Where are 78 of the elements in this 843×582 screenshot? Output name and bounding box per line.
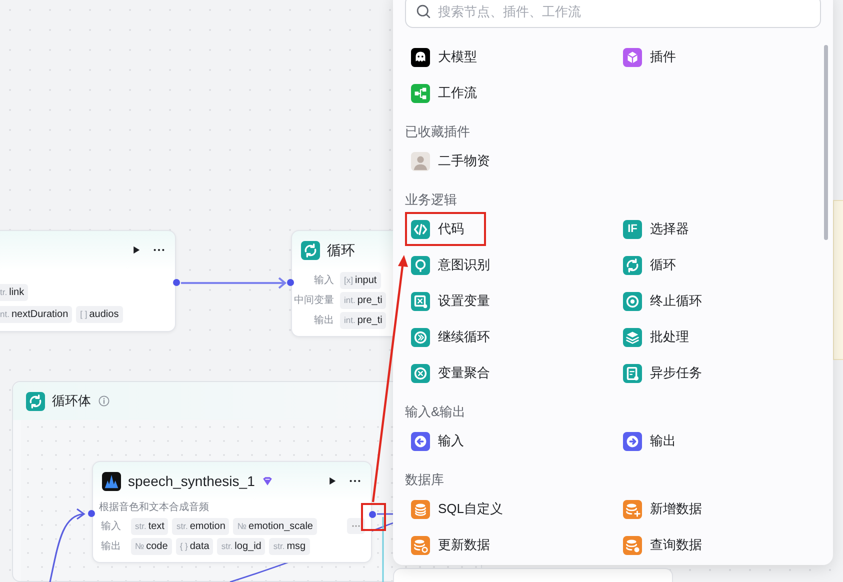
menu-item[interactable]: 查询数据 — [617, 528, 724, 562]
lightbulb-icon — [411, 256, 430, 274]
loop-icon — [301, 241, 320, 260]
layers-icon — [623, 328, 642, 346]
variable-tag: str. msg — [269, 538, 310, 554]
row-label: 输入 — [101, 520, 121, 534]
node-card[interactable]: speech_synthesis_1 根据音色和文本合成音频 输入 str. text str. emotion № emotion_scale 输出 № code { } data str. log_id str. msg — [92, 461, 372, 563]
node-title: 循环 — [327, 241, 355, 260]
node-card[interactable] — [393, 568, 673, 582]
menu-item[interactable]: 输入 — [405, 424, 486, 458]
variable-tag: str. text — [131, 518, 168, 534]
variable-tag: str. emotion — [172, 518, 230, 534]
menu-item[interactable]: 输出 — [617, 424, 698, 458]
menu-item[interactable]: 终止循环 — [617, 284, 724, 318]
row-label: 输入 — [313, 274, 334, 288]
document-icon — [623, 364, 642, 382]
scrollbar-thumb[interactable] — [824, 45, 828, 240]
menu-item[interactable]: 新增数据 — [617, 492, 724, 526]
database-search-icon — [623, 536, 642, 554]
menu-item[interactable]: 循环 — [617, 248, 698, 282]
menu-item[interactable]: 异步任务 — [617, 356, 724, 390]
loop-icon — [623, 256, 642, 274]
menu-item[interactable]: 工作流 — [405, 76, 499, 110]
database-add-icon — [623, 500, 642, 518]
cube-icon — [623, 48, 642, 66]
loop-icon — [26, 392, 45, 410]
section-title: 业务逻辑 — [405, 191, 458, 209]
variable-tag: № emotion_scale — [233, 518, 317, 534]
group-title: 循环体 — [52, 392, 91, 410]
database-refresh-icon — [411, 536, 430, 554]
section-title: 数据库 — [405, 471, 445, 489]
bot-icon — [411, 48, 430, 66]
row-label: 中间变量 — [294, 294, 334, 308]
menu-item[interactable]: 代码 — [405, 212, 486, 246]
node-description: 根据音色和文本合成音频 — [98, 500, 210, 515]
port[interactable] — [173, 279, 180, 286]
port[interactable] — [287, 279, 294, 286]
workflow-icon — [411, 84, 430, 102]
menu-item[interactable]: 二手物资 — [405, 144, 512, 178]
arrow-left-icon — [411, 432, 430, 450]
menu-item[interactable]: 批处理 — [617, 320, 711, 354]
variable-icon — [411, 292, 430, 310]
row-label: 输出 — [101, 540, 121, 554]
variable-tag: [x] input — [340, 272, 381, 288]
menu-item[interactable]: 插件 — [617, 40, 698, 74]
stop-icon — [623, 292, 642, 310]
connector-line — [377, 513, 393, 515]
search-field[interactable]: 搜索节点、插件、工作流 — [405, 0, 821, 28]
node-card[interactable]: tr. link nt. nextDuration [ ] audios — [0, 230, 176, 332]
variable-tag: № code — [131, 538, 172, 554]
variable-tag: nt. nextDuration — [0, 306, 72, 322]
arrow-right-icon — [623, 432, 642, 450]
variable-tag: tr. link — [0, 284, 28, 300]
waveform-icon — [102, 472, 121, 490]
section-title: 输入&输出 — [405, 403, 467, 421]
code-icon — [411, 220, 430, 238]
node-title: speech_synthesis_1 — [128, 472, 255, 491]
section-title: 已收藏插件 — [405, 123, 471, 141]
search-icon — [415, 3, 432, 20]
fast-forward-icon — [411, 328, 430, 346]
variable-tag: int. pre_ti — [340, 312, 386, 328]
menu-item[interactable]: SQL自定义 — [405, 492, 526, 526]
aggregate-icon — [411, 364, 430, 382]
variable-tag: { } data — [176, 538, 214, 554]
row-label: 输出 — [313, 314, 334, 328]
selector-icon: IF — [623, 220, 642, 238]
menu-item[interactable]: 大模型 — [405, 40, 499, 74]
info-icon[interactable] — [98, 395, 110, 407]
menu-item[interactable]: 变量聚合 — [405, 356, 512, 390]
node-card[interactable] — [833, 200, 843, 360]
variable-tag: int. pre_ti — [340, 292, 386, 308]
variable-tag: str. log_id — [217, 538, 266, 554]
database-icon — [411, 500, 430, 518]
menu-item[interactable]: 更新数据 — [405, 528, 512, 562]
variable-tag: [ ] audios — [76, 306, 123, 322]
menu-item[interactable]: IF 选择器 — [617, 212, 711, 246]
avatar-icon — [411, 152, 430, 170]
more-button[interactable] — [347, 518, 365, 534]
